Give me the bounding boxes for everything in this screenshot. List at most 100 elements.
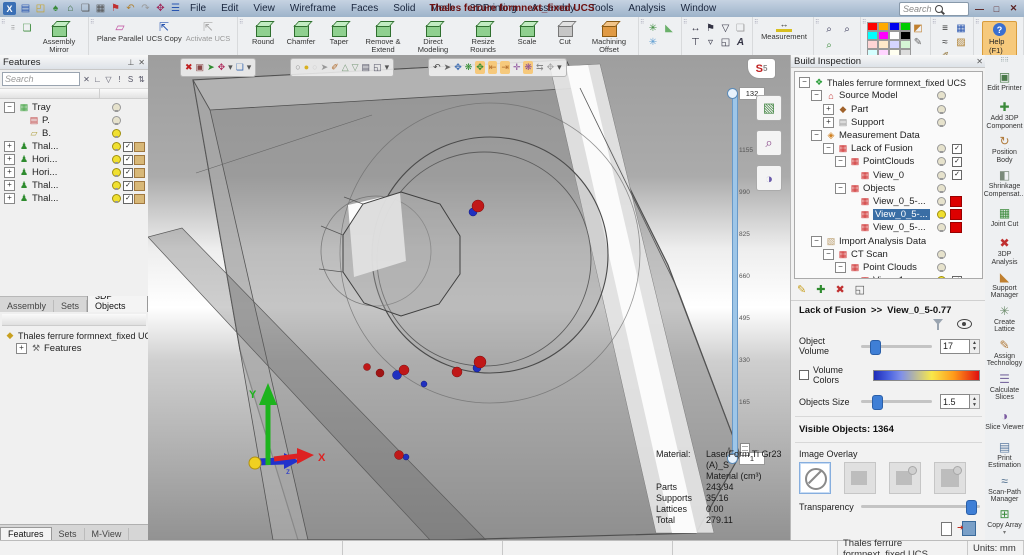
visibility-bulb-icon[interactable] — [937, 263, 946, 272]
expander-icon[interactable]: − — [823, 143, 834, 154]
checkbox-icon[interactable]: ✓ — [123, 155, 133, 165]
measurement-button[interactable]: ↔ Measurement — [759, 19, 809, 41]
pick-arrow-icon[interactable]: ➤ — [207, 61, 215, 74]
redo-icon[interactable]: ↷ — [139, 2, 152, 15]
swatch-white[interactable] — [889, 31, 900, 40]
paint-icon[interactable]: ✐ — [331, 61, 339, 74]
assign-technology-button[interactable]: ✎ Assign Technology — [985, 336, 1024, 370]
plane-parallel-button[interactable]: ▱ Plane Parallel — [95, 19, 145, 43]
dropdown-icon[interactable]: ▾ — [247, 61, 252, 74]
overlay-layer-button[interactable] — [889, 462, 921, 494]
tree-row-root[interactable]: − ❖ Thales ferrure formnext_fixed UCS — [795, 76, 982, 89]
add-measurement-icon[interactable]: ✚ — [816, 283, 825, 296]
body-box-icon[interactable] — [134, 181, 145, 191]
expander-icon[interactable]: + — [4, 141, 15, 152]
expander-icon[interactable]: + — [4, 180, 15, 191]
overlay-none-button[interactable] — [799, 462, 831, 494]
rotate-icon[interactable]: ➤ — [444, 61, 452, 74]
filter-s-icon[interactable]: S — [126, 75, 135, 84]
mate-icon[interactable]: ⇤ — [488, 61, 498, 74]
filter-pick-icon[interactable]: ✥ — [218, 61, 226, 74]
save-icon[interactable]: ▤ — [19, 2, 32, 15]
scatter-icon[interactable]: ✳ — [649, 23, 657, 34]
visibility-bulb-icon[interactable] — [937, 184, 946, 193]
body-box-icon[interactable] — [134, 155, 145, 165]
height-slider[interactable]: 132 1155 990 825 660 495 330 165 1 — [729, 85, 739, 467]
expander-icon[interactable]: + — [823, 117, 834, 128]
visibility-bulb-icon[interactable] — [937, 105, 946, 114]
cursor-icon[interactable]: ➤ — [321, 61, 329, 74]
filter-funnel-icon[interactable]: ▽ — [104, 75, 113, 84]
visibility-bulb-icon[interactable] — [937, 118, 946, 127]
menu-tools[interactable]: Tools — [590, 3, 613, 14]
visibility-bulb-icon[interactable] — [937, 250, 946, 259]
tree-row-build-plate[interactable]: ▱ B. — [0, 127, 148, 140]
object-volume-slider[interactable] — [861, 340, 932, 353]
position-body-button[interactable]: ↻ Position Body — [985, 133, 1024, 167]
capture-icon[interactable]: ◱ — [721, 37, 730, 48]
body-box-icon[interactable] — [134, 142, 145, 152]
panel-close-icon[interactable]: ✕ — [138, 58, 145, 67]
flag-measure-icon[interactable]: ⚑ — [706, 23, 715, 34]
arrow-down-icon[interactable]: ▿ — [708, 37, 713, 48]
tab-sets[interactable]: Sets — [54, 300, 87, 312]
body-box-icon[interactable] — [134, 194, 145, 204]
assembly-mirror-button[interactable]: Assembly Mirror — [34, 19, 84, 54]
features-search-input[interactable]: Search — [2, 72, 80, 86]
slice-viewer-button[interactable]: ◑ Slice Viewer — [985, 404, 1024, 438]
object-volume-stepper[interactable]: ▲▼ — [970, 339, 980, 354]
up-arrow-icon[interactable]: △ — [342, 61, 349, 74]
dropdown-icon[interactable]: ▾ — [557, 61, 562, 74]
display-mode-icon[interactable]: ▧ — [756, 95, 782, 121]
distance-icon[interactable]: ↔ — [691, 23, 701, 34]
axis-icon[interactable]: ✛ — [513, 61, 521, 74]
visibility-eye-icon[interactable] — [957, 319, 972, 329]
undo-view-icon[interactable]: ↶ — [433, 61, 441, 74]
views-icon[interactable]: ▦ — [94, 2, 107, 15]
swatch-cyan[interactable] — [867, 31, 878, 40]
transparency-slider[interactable] — [861, 500, 980, 513]
body-box-icon[interactable] — [134, 168, 145, 178]
taper-button[interactable]: Taper — [320, 19, 358, 46]
expander-icon[interactable]: + — [4, 154, 15, 165]
checkbox-icon[interactable]: ✓ — [952, 157, 962, 167]
expander-icon[interactable]: + — [16, 343, 27, 354]
menu-analysis[interactable]: Analysis — [628, 3, 665, 14]
object-volume-value[interactable]: 17 — [940, 339, 970, 354]
window-icon[interactable]: ❏ — [79, 2, 92, 15]
gradient-icon[interactable]: ◩ — [913, 23, 922, 34]
home-icon[interactable]: ⌂ — [64, 2, 77, 15]
scan-path-manager-button[interactable]: ≈ Scan-Path Manager — [985, 472, 1024, 506]
checkbox-icon[interactable]: ✓ — [952, 170, 962, 180]
expander-icon[interactable]: + — [823, 104, 834, 115]
down-arrow-icon[interactable]: ▽ — [352, 61, 359, 74]
expander-icon[interactable]: − — [799, 77, 810, 88]
swatch-pale-orange[interactable] — [878, 40, 889, 49]
layers-icon[interactable]: ▤ — [362, 61, 371, 74]
expander-icon[interactable]: − — [823, 249, 834, 260]
view-corner-button[interactable]: S5 — [747, 58, 776, 79]
window-select-icon[interactable]: ❏ — [236, 61, 244, 74]
select-box-icon[interactable]: ▣ — [196, 61, 205, 74]
swatch-magenta[interactable] — [878, 31, 889, 40]
minimize-button[interactable]: — — [973, 4, 986, 14]
texture-icon[interactable]: ▨ — [956, 37, 965, 48]
machining-offset-button[interactable]: Machining Offset — [584, 19, 634, 54]
line-weight-icon[interactable]: ≡ — [942, 23, 948, 34]
color-swatch-red[interactable] — [950, 222, 962, 233]
expander-icon[interactable]: − — [835, 262, 846, 273]
tree-row-view-object-selected[interactable]: ▦ View_0_5-... — [795, 208, 982, 221]
panel-close-icon[interactable]: ✕ — [976, 57, 983, 66]
bulb-off-icon[interactable]: ○ — [295, 61, 300, 74]
direct-modeling-button[interactable]: Direct Modeling — [408, 19, 458, 54]
orient-icon[interactable]: ⇥ — [500, 61, 510, 74]
exit-icon[interactable] — [962, 521, 976, 536]
expander-icon[interactable]: + — [4, 167, 15, 178]
tree-row-ct-scan[interactable]: − ▦ CT Scan — [795, 248, 982, 261]
tree-row-support[interactable]: + ▤ Support — [795, 116, 982, 129]
support-manager-button[interactable]: ◣ Support Manager — [985, 269, 1024, 303]
tree-row-import-analysis[interactable]: − ▧ Import Analysis Data — [795, 234, 982, 247]
expander-icon[interactable]: − — [835, 156, 846, 167]
move-icon[interactable]: ✥ — [454, 61, 462, 74]
ghost-icon[interactable]: ✥ — [547, 61, 555, 74]
